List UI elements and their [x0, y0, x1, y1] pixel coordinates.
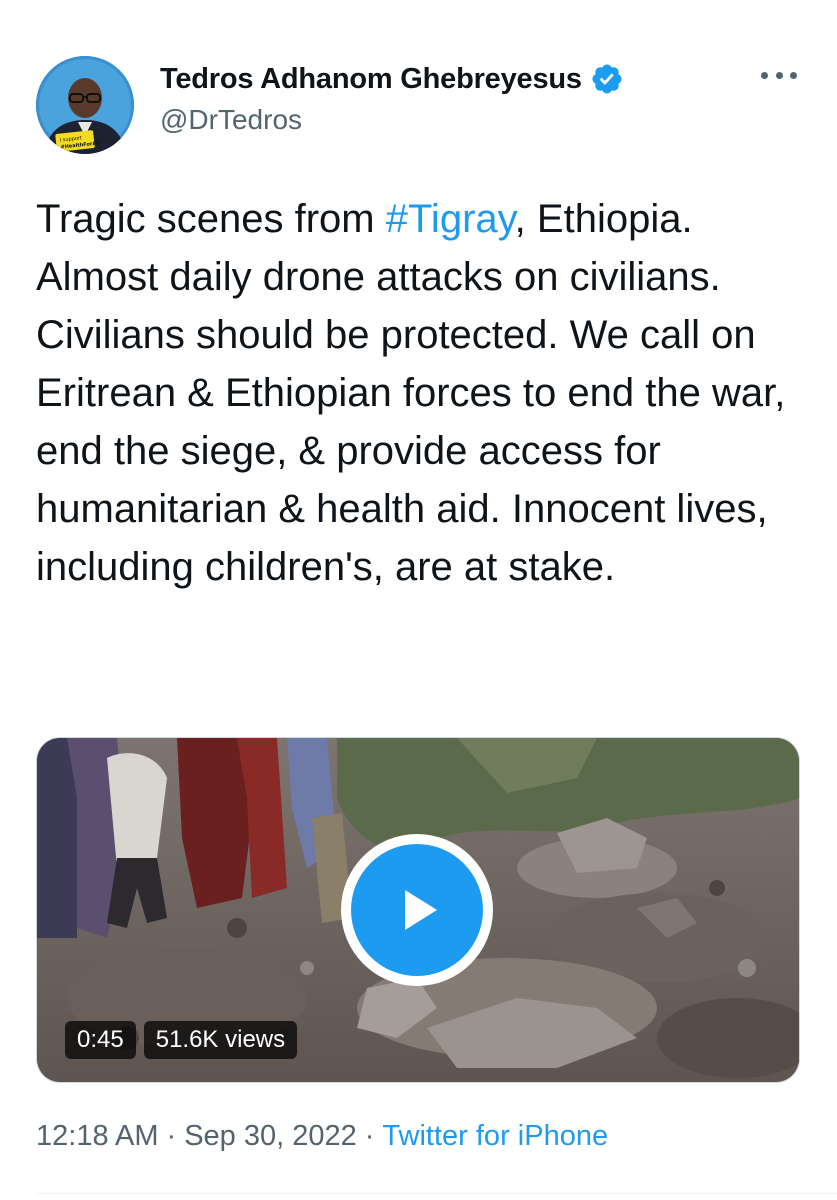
name-row: Tedros Adhanom Ghebreyesus — [160, 60, 624, 98]
meta-separator: · — [166, 1120, 177, 1152]
avatar[interactable]: I support #HealthForAll — [36, 56, 134, 154]
tweet-text-rest: , Ethiopia. Almost daily drone attacks o… — [36, 197, 786, 589]
play-button-inner — [351, 844, 483, 976]
more-dot — [761, 71, 768, 79]
tweet-source[interactable]: Twitter for iPhone — [382, 1120, 608, 1152]
more-dot — [790, 71, 797, 79]
video-views: 51.6K views — [143, 1021, 298, 1059]
tweet-meta: 12:18 AM · Sep 30, 2022 · Twitter for iPhone — [36, 1120, 608, 1153]
video-duration: 0:45 — [65, 1021, 136, 1059]
tweet-date[interactable]: Sep 30, 2022 — [184, 1120, 357, 1152]
verified-badge-icon — [592, 64, 622, 94]
video-badges: 0:45 51.6K views — [65, 1021, 298, 1059]
hashtag-link[interactable]: #Tigray — [386, 197, 515, 241]
more-dot — [775, 71, 783, 79]
meta-separator: · — [364, 1120, 375, 1152]
divider — [36, 1193, 837, 1194]
tweet-text-start: Tragic scenes from — [36, 197, 386, 241]
more-horizontal-icon[interactable] — [761, 60, 797, 90]
author-handle[interactable]: @DrTedros — [160, 104, 624, 136]
tweet-text: Tragic scenes from #Tigray, Ethiopia. Al… — [36, 190, 806, 596]
tweet-time[interactable]: 12:18 AM — [36, 1120, 159, 1152]
play-button[interactable] — [341, 834, 493, 986]
video-player[interactable]: 0:45 51.6K views — [36, 737, 800, 1083]
play-icon — [405, 890, 437, 930]
avatar-image: I support #HealthForAll — [36, 56, 134, 154]
tweet: I support #HealthForAll Tedros Adhanom G… — [0, 0, 837, 1200]
author-display-name[interactable]: Tedros Adhanom Ghebreyesus — [160, 63, 582, 96]
author-info: Tedros Adhanom Ghebreyesus @DrTedros — [160, 60, 624, 136]
